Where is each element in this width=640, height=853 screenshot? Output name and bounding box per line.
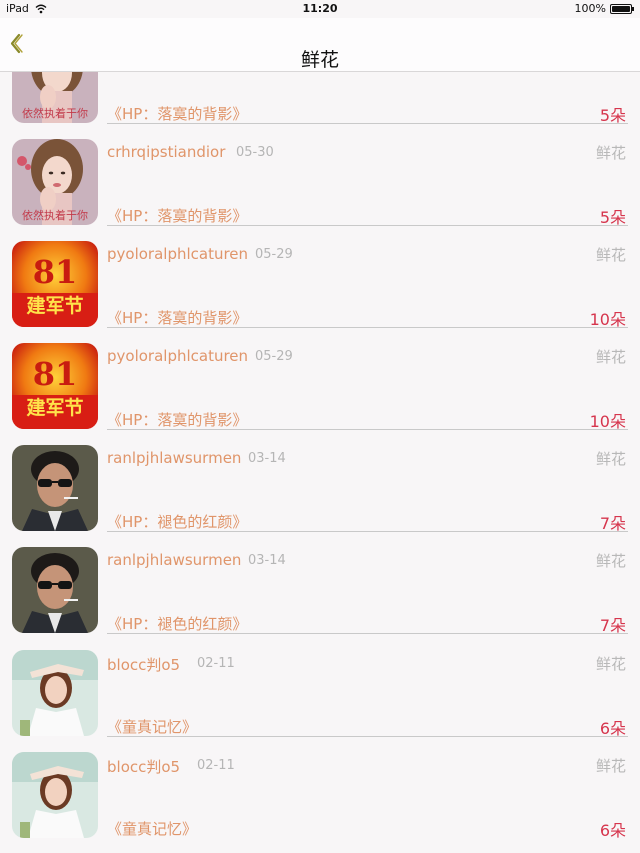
username[interactable]: ranlpjhlawsurmen [107,449,241,467]
woman-sun-avatar-icon [12,752,98,838]
date: 03-14 [248,553,286,568]
date: 05-29 [255,349,293,364]
status-right: 100% [574,2,634,15]
avatar: 依然执着于你 [12,139,98,225]
date: 05-29 [255,247,293,262]
username[interactable]: blocc判o5 [107,654,180,675]
avatar-number: 81 [33,355,78,393]
man-sunglasses-avatar-icon [12,547,98,633]
avatar-caption: 依然执着于你 [22,106,88,120]
avatar [12,547,98,633]
book-title[interactable]: 《HP：褪色的红颜》 [107,613,247,634]
avatar: 81 建军节 [12,241,98,327]
date: 05-30 [236,145,274,160]
flower-count: 6朵 [599,821,626,840]
list-item[interactable]: 81 建军节 pyoloralphlcaturen 05-29 鲜花 《HP：落… [0,226,640,329]
row-divider [107,633,628,634]
list-item[interactable]: blocc判o5 02-11 鲜花 《童真记忆》 6朵 [0,737,640,840]
date: 02-11 [197,656,235,671]
book-title[interactable]: 《童真记忆》 [107,716,197,737]
username[interactable]: pyoloralphlcaturen [107,347,248,365]
gift-type: 鲜花 [595,348,626,366]
flower-gift-list[interactable]: 依然执着于你 《HP：落寞的背影》 5朵 依然执着于你 crhrqipstian… [0,72,640,853]
list-item[interactable]: blocc判o5 02-11 鲜花 《童真记忆》 6朵 [0,635,640,738]
page-title: 鲜花 [300,49,339,71]
status-time: 11:20 [302,2,338,15]
list-item[interactable]: ranlpjhlawsurmen 03-14 鲜花 《HP：褪色的红颜》 7朵 [0,430,640,533]
date: 02-11 [197,758,235,773]
girl-hand-avatar-icon: 依然执着于你 [12,72,98,123]
gift-type: 鲜花 [595,552,626,570]
avatar [12,445,98,531]
username[interactable]: blocc判o5 [107,756,180,777]
navigation-bar: 鲜花 [0,18,640,72]
avatar-caption: 建军节 [26,294,83,317]
gift-type: 鲜花 [595,450,626,468]
book-title[interactable]: 《HP：落寞的背影》 [107,409,247,430]
book-title[interactable]: 《HP：落寞的背影》 [107,103,247,124]
avatar-caption: 建军节 [26,396,83,419]
army-day-avatar-icon: 81 建军节 [12,241,98,327]
list-item[interactable]: 81 建军节 pyoloralphlcaturen 05-29 鲜花 《HP：落… [0,328,640,431]
book-title[interactable]: 《HP：落寞的背影》 [107,307,247,328]
avatar [12,752,98,838]
avatar-number: 81 [33,253,78,291]
avatar: 81 建军节 [12,343,98,429]
book-title[interactable]: 《HP：褪色的红颜》 [107,511,247,532]
username[interactable]: pyoloralphlcaturen [107,245,248,263]
gift-type: 鲜花 [595,655,626,673]
gift-type: 鲜花 [595,757,626,775]
book-title[interactable]: 《童真记忆》 [107,818,197,839]
book-title[interactable]: 《HP：落寞的背影》 [107,205,247,226]
username[interactable]: crhrqipstiandior [107,143,225,161]
army-day-avatar-icon: 81 建军节 [12,343,98,429]
status-bar: iPad 11:20 100% [0,0,640,18]
date: 03-14 [248,451,286,466]
gift-type: 鲜花 [595,144,626,162]
list-item[interactable]: 依然执着于你 crhrqipstiandior 05-30 鲜花 《HP：落寞的… [0,124,640,227]
avatar: 依然执着于你 [12,72,98,123]
avatar [12,650,98,736]
list-item[interactable]: 依然执着于你 《HP：落寞的背影》 5朵 [0,72,640,125]
battery-icon [610,3,634,14]
man-sunglasses-avatar-icon [12,445,98,531]
girl-hand-avatar-icon: 依然执着于你 [12,139,98,225]
woman-sun-avatar-icon [12,650,98,736]
list-item[interactable]: ranlpjhlawsurmen 03-14 鲜花 《HP：褪色的红颜》 7朵 [0,532,640,635]
gift-type: 鲜花 [595,246,626,264]
username[interactable]: ranlpjhlawsurmen [107,551,241,569]
battery-percent: 100% [574,2,606,15]
avatar-caption: 依然执着于你 [22,208,88,222]
